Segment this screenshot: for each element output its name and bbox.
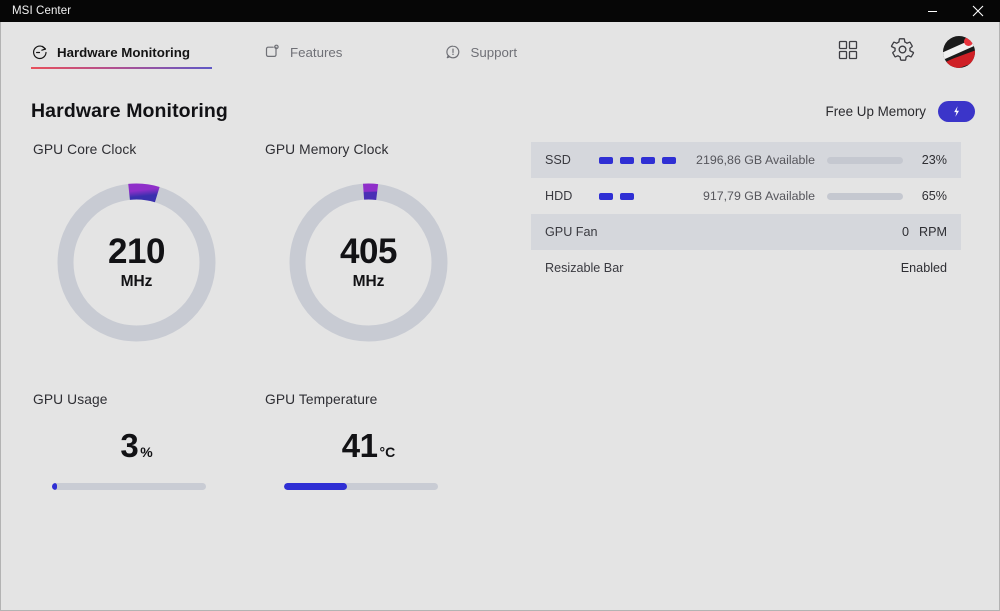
nav-right-actions bbox=[835, 36, 999, 68]
close-icon bbox=[972, 5, 984, 17]
ssd-drive-segments bbox=[599, 156, 676, 164]
status-label-gpu-fan: GPU Fan bbox=[545, 225, 598, 239]
metric-gpu-temperature: GPU Temperature 41 °C bbox=[263, 384, 495, 490]
gpu-usage-unit: % bbox=[140, 444, 153, 460]
drive-segment bbox=[641, 156, 655, 164]
settings-gear-icon bbox=[890, 37, 915, 67]
metric-label-gpu-usage: GPU Usage bbox=[33, 392, 108, 407]
hdd-usage-percent: 65% bbox=[921, 189, 947, 203]
ssd-usage-percent: 23% bbox=[921, 153, 947, 167]
gpu-temperature-readout: 41 °C bbox=[281, 429, 456, 469]
window-title: MSI Center bbox=[12, 5, 72, 17]
support-bubble-icon bbox=[444, 44, 461, 61]
drive-segment bbox=[599, 156, 613, 164]
gpu-temperature-progress-track bbox=[284, 483, 438, 490]
metric-label-gpu-core-clock: GPU Core Clock bbox=[33, 142, 137, 157]
gauge-gpu-memory-clock: 405 MHz bbox=[281, 175, 456, 350]
gauge-memory-clock-value: 405 bbox=[340, 232, 397, 271]
page-header: Hardware Monitoring Free Up Memory bbox=[1, 88, 999, 134]
hdd-usage-track bbox=[827, 192, 903, 200]
drive-segment bbox=[620, 192, 634, 200]
apps-grid-button[interactable] bbox=[835, 39, 861, 65]
minimize-button[interactable] bbox=[910, 0, 955, 22]
hdd-capacity-group: 917,79 GB Available 65% bbox=[703, 189, 947, 203]
ssd-available-text: 2196,86 GB Available bbox=[696, 153, 815, 167]
status-label-hdd: HDD bbox=[545, 189, 573, 203]
free-up-memory-label: Free Up Memory bbox=[825, 103, 926, 119]
settings-button[interactable] bbox=[889, 37, 915, 67]
monitor-dial-icon bbox=[31, 44, 48, 61]
status-label-ssd: SSD bbox=[545, 153, 571, 167]
bar-metrics-row: GPU Usage 3 % GPU Temperature 41 °C bbox=[31, 384, 501, 490]
gpu-metrics-panel: GPU Core Clock 210 MHz GPU Memory Clock … bbox=[31, 134, 501, 610]
user-avatar[interactable] bbox=[943, 36, 975, 68]
tab-label-hardware-monitoring: Hardware Monitoring bbox=[57, 44, 190, 60]
gauge-core-clock-readout: 210 MHz bbox=[49, 175, 224, 350]
gpu-temperature-value: 41 bbox=[341, 427, 378, 464]
gpu-fan-value: 0 bbox=[901, 225, 909, 239]
system-status-panel: SSD 2196,86 GB Available 23% HDD 917,79 … bbox=[501, 134, 975, 610]
gpu-temperature-progress-fill bbox=[284, 483, 348, 490]
avatar-status-dot bbox=[964, 37, 973, 46]
ssd-capacity-group: 2196,86 GB Available 23% bbox=[696, 153, 947, 167]
top-navigation: Hardware Monitoring Features Support bbox=[1, 22, 999, 82]
status-row-resizable-bar[interactable]: Resizable Bar Enabled bbox=[531, 250, 961, 286]
gpu-fan-unit: RPM bbox=[919, 225, 947, 239]
drive-segment bbox=[599, 192, 613, 200]
window-body: Hardware Monitoring Features Support Har… bbox=[0, 22, 1000, 611]
metric-gpu-core-clock: GPU Core Clock 210 MHz bbox=[31, 134, 263, 350]
status-row-ssd[interactable]: SSD 2196,86 GB Available 23% bbox=[531, 142, 961, 178]
resizable-bar-value-group: Enabled bbox=[901, 261, 947, 275]
gauge-core-clock-unit: MHz bbox=[120, 273, 153, 290]
tab-features[interactable]: Features bbox=[264, 22, 352, 82]
gauge-memory-clock-readout: 405 MHz bbox=[281, 175, 456, 350]
gauge-gpu-core-clock: 210 MHz bbox=[49, 175, 224, 350]
ssd-usage-track bbox=[827, 156, 903, 164]
drive-segment bbox=[662, 156, 676, 164]
tab-label-support: Support bbox=[470, 44, 518, 60]
gpu-usage-progress-track bbox=[52, 483, 206, 490]
tab-label-features: Features bbox=[289, 44, 343, 60]
gpu-usage-progress-fill bbox=[52, 483, 57, 490]
metric-label-gpu-temperature: GPU Temperature bbox=[265, 392, 378, 407]
metric-gpu-usage: GPU Usage 3 % bbox=[31, 384, 263, 490]
hdd-available-text: 917,79 GB Available bbox=[702, 189, 815, 203]
gauge-core-clock-value: 210 bbox=[108, 232, 165, 271]
status-row-gpu-fan[interactable]: GPU Fan 0 RPM bbox=[531, 214, 961, 250]
gpu-temperature-unit: °C bbox=[379, 444, 396, 460]
status-label-resizable-bar: Resizable Bar bbox=[545, 261, 624, 275]
metric-gpu-memory-clock: GPU Memory Clock 405 MHz bbox=[263, 134, 495, 350]
msi-center-window: MSI Center Hardware Monitoring Features … bbox=[0, 0, 1000, 611]
gauge-row: GPU Core Clock 210 MHz GPU Memory Clock … bbox=[31, 134, 501, 350]
apps-grid-icon bbox=[837, 39, 859, 66]
drive-segment bbox=[620, 156, 634, 164]
resizable-bar-value: Enabled bbox=[900, 261, 947, 275]
active-tab-underline bbox=[31, 67, 212, 69]
main-content: GPU Core Clock 210 MHz GPU Memory Clock … bbox=[1, 134, 999, 610]
gpu-fan-value-group: 0 RPM bbox=[895, 225, 947, 239]
gpu-usage-value: 3 bbox=[120, 427, 139, 464]
page-title: Hardware Monitoring bbox=[31, 99, 228, 122]
tab-support[interactable]: Support bbox=[444, 22, 527, 82]
free-up-memory-button[interactable] bbox=[938, 100, 975, 122]
status-list: SSD 2196,86 GB Available 23% HDD 917,79 … bbox=[531, 142, 961, 286]
free-up-memory-control[interactable]: Free Up Memory bbox=[825, 100, 975, 122]
lightning-bolt-icon bbox=[950, 105, 963, 118]
minimize-icon bbox=[927, 6, 938, 17]
close-button[interactable] bbox=[955, 0, 1000, 22]
tab-hardware-monitoring[interactable]: Hardware Monitoring bbox=[31, 22, 212, 82]
feature-square-icon bbox=[264, 44, 281, 61]
metric-label-gpu-memory-clock: GPU Memory Clock bbox=[265, 142, 389, 157]
status-row-hdd[interactable]: HDD 917,79 GB Available 65% bbox=[531, 178, 961, 214]
title-bar: MSI Center bbox=[0, 0, 1000, 22]
gpu-usage-readout: 3 % bbox=[49, 429, 224, 469]
hdd-drive-segments bbox=[599, 192, 634, 200]
gauge-memory-clock-unit: MHz bbox=[352, 273, 385, 290]
